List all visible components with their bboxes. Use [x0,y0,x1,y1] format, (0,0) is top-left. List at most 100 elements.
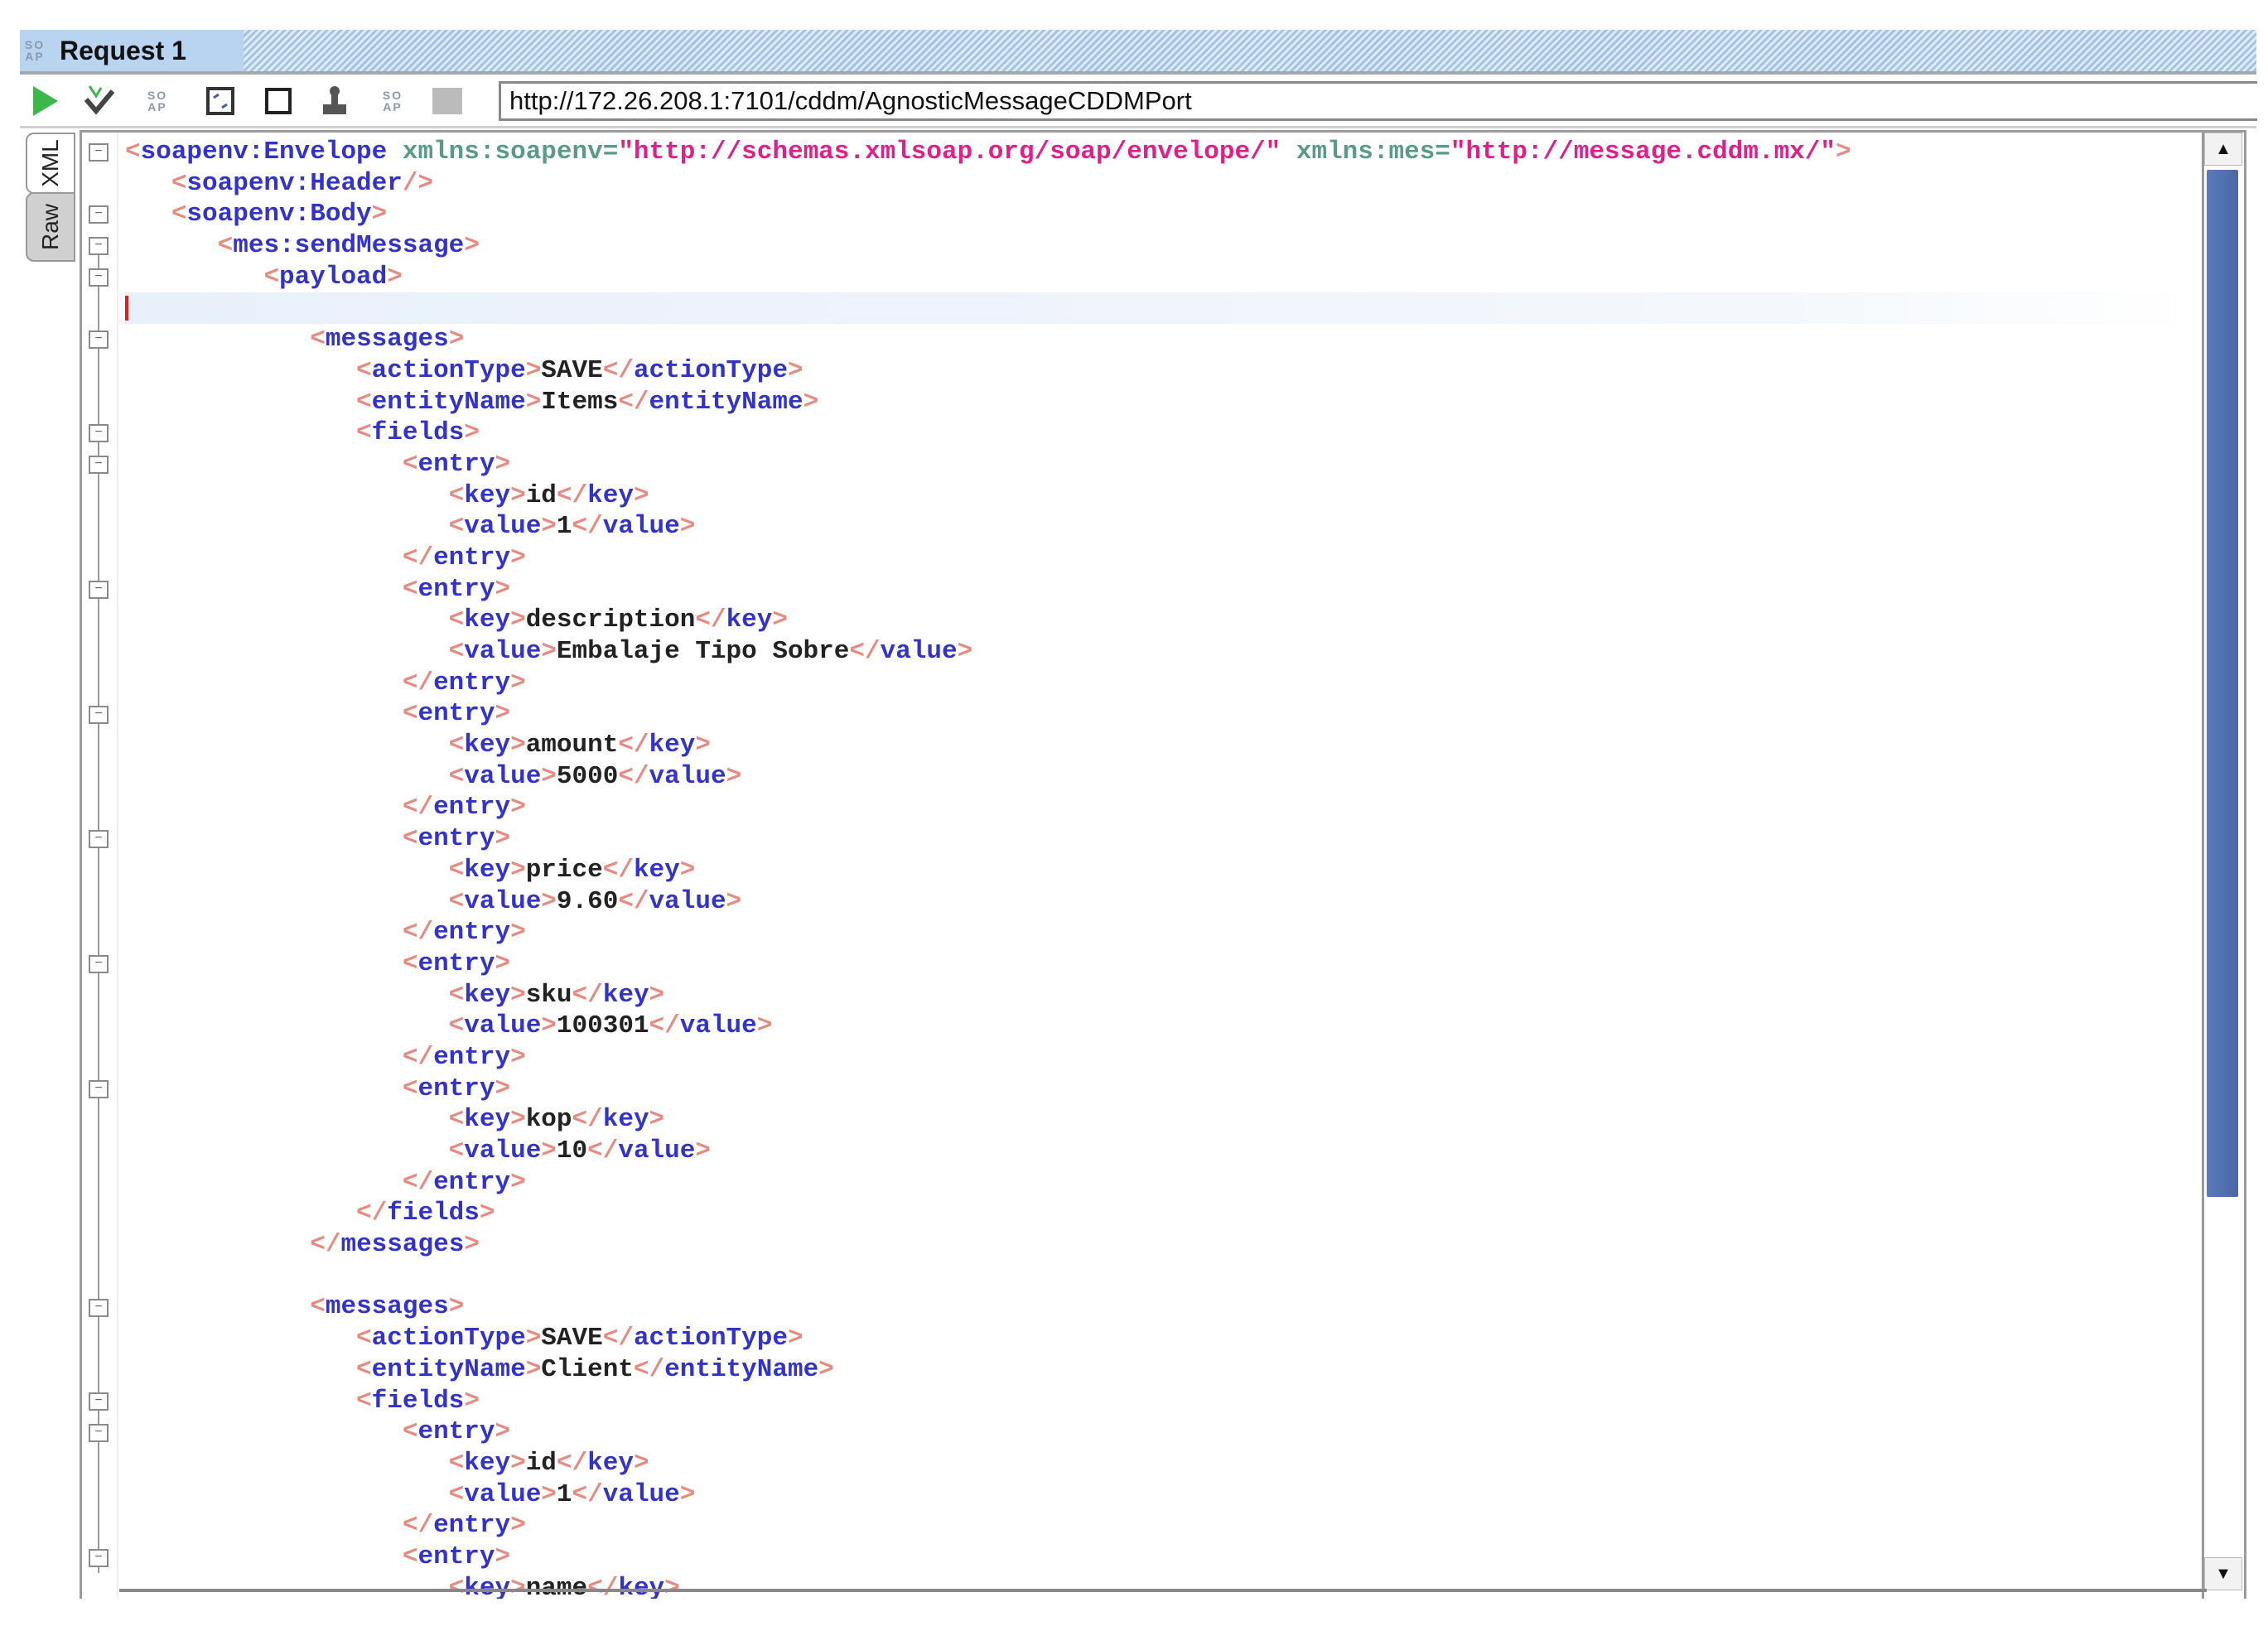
code-line[interactable]: </entry> [125,1510,2194,1542]
tab-xml[interactable]: XML [26,133,75,194]
code-line-text: </entry> [402,918,526,948]
xml-code[interactable]: <soapenv:Envelope xmlns:soapenv="http://… [125,137,2194,1599]
code-line[interactable]: </entry> [125,1167,2194,1199]
code-line[interactable]: <entry> [125,698,2194,730]
soap-icon[interactable]: SO AP [141,84,174,118]
editor-view-tabs: XML Raw [26,133,75,265]
fold-toggle-icon[interactable]: − [89,205,109,224]
horizontal-scrollbar[interactable] [119,1589,2207,1599]
fold-toggle-icon[interactable]: − [89,1392,109,1411]
code-line[interactable]: <value>Embalaje Tipo Sobre</value> [125,636,2194,668]
code-line-text: <key>id</key> [448,1448,649,1478]
code-line[interactable]: <actionType>SAVE</actionType> [125,1323,2194,1354]
fold-toggle-icon[interactable]: − [89,456,109,474]
code-line-text: <entry> [402,824,511,854]
code-line-text: </entry> [402,1167,526,1197]
fold-toggle-icon[interactable]: − [89,143,109,162]
code-line[interactable]: <value>1</value> [125,511,2194,543]
code-line-text: <key>kop</key> [448,1105,665,1135]
code-line-text: <messages> [310,1292,465,1322]
fold-toggle-icon[interactable]: − [89,580,109,599]
run-icon[interactable] [28,84,61,118]
code-line[interactable]: <fields> [125,417,2194,449]
code-line-text: <actionType>SAVE</actionType> [356,355,803,385]
code-line[interactable]: <key>sku</key> [125,980,2194,1011]
code-line[interactable] [125,292,2194,325]
code-line[interactable]: <entry> [125,823,2194,855]
scroll-up-button[interactable]: ▲ [2204,133,2242,166]
code-line-text: <entry> [402,699,511,729]
vertical-scrollbar[interactable]: ▲ ▼ [2202,133,2242,1599]
fold-toggle-icon[interactable]: − [89,1080,109,1098]
code-line-text: <actionType>SAVE</actionType> [356,1324,803,1353]
code-line-text: <entityName>Client</entityName> [356,1354,834,1384]
code-line[interactable]: <entry> [125,1542,2194,1573]
code-line[interactable]: </entry> [125,543,2194,574]
scroll-thumb[interactable] [2207,170,2238,1197]
code-line[interactable]: <entry> [125,449,2194,480]
fold-toggle-icon[interactable]: − [89,1548,109,1567]
xml-editor[interactable]: − − − − − − − − − − − − − − − − <soapenv:Envelope xmlns… [80,130,2246,1599]
code-line[interactable]: </fields> [125,1198,2194,1229]
code-line[interactable]: <key>id</key> [125,1448,2194,1479]
code-line[interactable]: <messages> [125,324,2194,355]
soap-icon[interactable]: SO AP [376,84,409,118]
code-line[interactable]: <entityName>Items</entityName> [125,387,2194,418]
tab-raw[interactable]: Raw [26,192,75,262]
fold-toggle-icon[interactable]: − [89,955,109,974]
code-line[interactable]: </entry> [125,792,2194,823]
code-line[interactable]: <key>kop</key> [125,1104,2194,1136]
endpoint-url-field[interactable]: http://172.26.208.1:7101/cddm/AgnosticMe… [499,81,2257,121]
code-line[interactable]: <value>1</value> [125,1479,2194,1511]
code-line[interactable]: <messages> [125,1291,2194,1323]
code-line[interactable]: <entry> [125,1074,2194,1105]
code-line[interactable]: <value>100301</value> [125,1011,2194,1042]
code-line[interactable]: <soapenv:Body> [125,199,2194,230]
code-line[interactable]: <soapenv:Header/> [125,168,2194,200]
square-icon[interactable] [262,84,295,118]
code-line-text: <soapenv:Header/> [171,168,434,198]
fold-toggle-icon[interactable]: − [89,237,109,256]
code-line[interactable]: </entry> [125,917,2194,948]
code-line[interactable]: </entry> [125,1042,2194,1074]
fold-toggle-icon[interactable]: − [89,1298,109,1317]
code-line[interactable]: <key>amount</key> [125,730,2194,761]
code-line[interactable]: <actionType>SAVE</actionType> [125,355,2194,387]
validate-icon[interactable] [83,84,116,118]
code-line-text: <value>1</value> [448,512,696,542]
code-line[interactable]: <key>id</key> [125,480,2194,512]
fold-toggle-icon[interactable]: − [89,268,109,287]
fold-toggle-icon[interactable]: − [89,424,109,443]
code-line-text: </entry> [402,1511,526,1541]
code-line[interactable]: <entityName>Client</entityName> [125,1354,2194,1386]
code-line[interactable]: <key>description</key> [125,605,2194,636]
text-cursor [125,296,128,321]
code-line-text: <mes:sendMessage> [217,231,480,261]
code-line-text: <value>10</value> [448,1136,711,1165]
stop-icon[interactable] [431,84,464,118]
fold-toggle-icon[interactable]: − [89,830,109,849]
scroll-down-button[interactable]: ▼ [2204,1557,2242,1590]
code-line[interactable]: <fields> [125,1386,2194,1417]
code-line[interactable]: <entry> [125,1416,2194,1448]
fold-toggle-icon[interactable]: − [89,1423,109,1442]
stamp-icon[interactable] [318,84,351,118]
code-line[interactable]: <entry> [125,574,2194,606]
code-line-text: <payload> [263,262,403,292]
frame-icon[interactable] [204,84,237,118]
code-line[interactable] [125,1261,2194,1292]
code-line[interactable]: <mes:sendMessage> [125,230,2194,262]
code-line[interactable]: <value>9.60</value> [125,886,2194,918]
code-line[interactable]: <soapenv:Envelope xmlns:soapenv="http://… [125,137,2194,168]
code-line[interactable]: <payload> [125,262,2194,293]
code-line[interactable]: <key>price</key> [125,855,2194,886]
fold-toggle-icon[interactable]: − [89,705,109,724]
fold-toggle-icon[interactable]: − [89,331,109,350]
code-line[interactable]: </entry> [125,668,2194,699]
code-line[interactable]: <value>5000</value> [125,761,2194,793]
code-line-text: <entry> [402,1542,511,1571]
code-line[interactable]: </messages> [125,1229,2194,1261]
code-line[interactable]: <entry> [125,948,2194,980]
code-line[interactable]: <value>10</value> [125,1136,2194,1167]
code-line-text: <value>100301</value> [448,1011,773,1041]
